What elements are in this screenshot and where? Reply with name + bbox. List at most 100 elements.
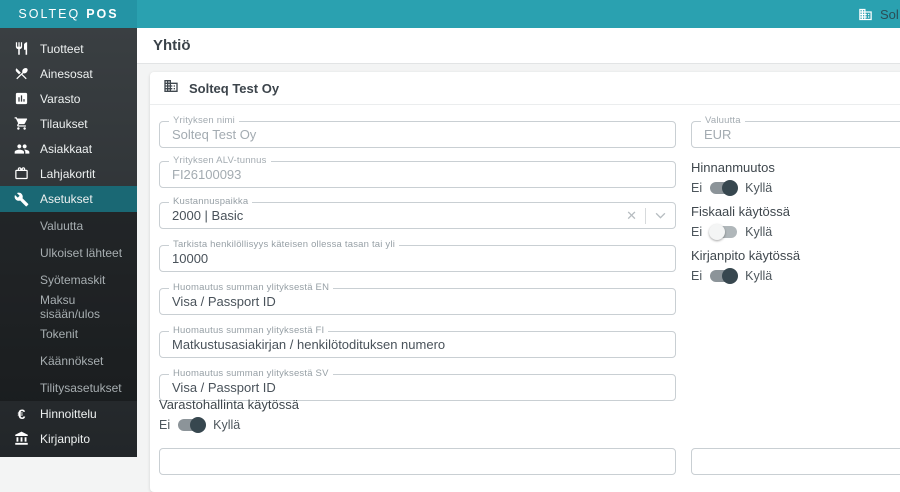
varastohallinta-toggle[interactable] [178, 417, 207, 433]
app-logo: SOLTEQ POS [0, 0, 137, 28]
sidebar-item-lahjakortit[interactable]: Lahjakortit [0, 161, 137, 186]
kirjanpito-toggle[interactable] [710, 268, 739, 284]
utensils-crossed-icon [13, 65, 30, 82]
fiskaali-toggle-group: Fiskaali käytössä Ei Kyllä [691, 204, 790, 240]
company-selector-label: Sol [880, 6, 899, 22]
fiskaali-toggle[interactable] [709, 224, 738, 240]
submenu-item-label: Ulkoiset lähteet [40, 245, 123, 260]
submenu-item-tilitysasetukset[interactable]: Tilitysasetukset [0, 374, 137, 401]
submenu-item-tokenit[interactable]: Tokenit [0, 320, 137, 347]
huomautus-en-field[interactable]: Huomautus summan ylityksestä EN Visa / P… [159, 282, 676, 315]
sidebar-item-label: Tuotteet [40, 41, 84, 56]
submenu-item-valuutta[interactable]: Valuutta [0, 212, 137, 239]
sidebar-item-hinnoittelu[interactable]: € Hinnoittelu [0, 401, 137, 426]
shopping-cart-icon [13, 115, 30, 132]
field-label: Valuutta [701, 115, 745, 126]
field-label: Tarkista henkilöllisyys käteisen ollessa… [169, 239, 400, 250]
toggle-off-text: Ei [691, 225, 703, 239]
page-header: Yhtiö [137, 28, 900, 64]
top-bar: SOLTEQ POS Sol [0, 0, 900, 28]
sidebar-nav: Tuotteet Ainesosat Varasto Tilaukset Asi… [0, 28, 137, 212]
sidebar-item-label: Asiakkaat [40, 141, 93, 156]
chevron-down-icon[interactable] [646, 212, 675, 219]
hinnanmuutos-toggle-group: Hinnanmuutos Ei Kyllä [691, 160, 775, 196]
giftcard-icon [13, 165, 30, 182]
field-label: Yrityksen ALV-tunnus [169, 155, 271, 166]
sidebar-item-kirjanpito[interactable]: Kirjanpito [0, 426, 137, 451]
sidebar-item-label: Varasto [40, 91, 81, 106]
field-label: Huomautus summan ylityksestä FI [169, 325, 329, 336]
building-icon [858, 7, 873, 22]
sidebar-item-tuotteet[interactable]: Tuotteet [0, 36, 137, 61]
submenu-item-kaannokset[interactable]: Käännökset [0, 347, 137, 374]
submenu-item-label: Maksu sisään/ulos [40, 292, 101, 321]
submenu-item-label: Käännökset [40, 353, 104, 368]
kirjanpito-toggle-group: Kirjanpito käytössä Ei Kyllä [691, 248, 801, 284]
sidebar-item-asetukset[interactable]: Asetukset [0, 186, 137, 212]
wrench-icon [13, 191, 30, 208]
company-card: Solteq Test Oy Yrityksen nimi Solteq Tes… [150, 72, 900, 492]
euro-icon: € [17, 405, 26, 422]
company-card-header: Solteq Test Oy [150, 72, 900, 105]
field-label: Huomautus summan ylityksestä SV [169, 368, 333, 379]
sidebar-item-label: Hinnoittelu [40, 406, 97, 421]
sidebar-item-asiakkaat[interactable]: Asiakkaat [0, 136, 137, 161]
sidebar-item-label: Ainesosat [40, 66, 93, 81]
toggle-off-text: Ei [691, 269, 703, 283]
company-name-heading: Solteq Test Oy [189, 80, 280, 96]
toggle-on-text: Kyllä [745, 181, 773, 195]
tarkista-henkilollisyys-field[interactable]: Tarkista henkilöllisyys käteisen ollessa… [159, 239, 676, 272]
valuutta-field: Valuutta EUR [691, 115, 900, 148]
autocomplete-controls: ✕ [618, 203, 675, 228]
field-label: Kustannuspaikka [169, 196, 253, 207]
sidebar: Tuotteet Ainesosat Varasto Tilaukset Asi… [0, 28, 137, 457]
sidebar-item-tilaukset[interactable]: Tilaukset [0, 111, 137, 136]
field-label: Huomautus summan ylityksestä EN [169, 282, 334, 293]
sidebar-item-varasto[interactable]: Varasto [0, 86, 137, 111]
toggle-label: Fiskaali käytössä [691, 204, 790, 219]
toggle-knob [722, 180, 739, 196]
hinnanmuutos-toggle[interactable] [710, 180, 739, 196]
sidebar-item-label: Asetukset [40, 192, 93, 206]
sidebar-item-ainesosat[interactable]: Ainesosat [0, 61, 137, 86]
toggle-on-text: Kyllä [213, 418, 241, 432]
huomautus-fi-field[interactable]: Huomautus summan ylityksestä FI Matkustu… [159, 325, 676, 358]
toggle-knob [722, 268, 739, 284]
page-title: Yhtiö [153, 37, 191, 54]
sidebar-item-label: Tilaukset [40, 116, 88, 131]
submenu-item-ulkoiset-lahteet[interactable]: Ulkoiset lähteet [0, 239, 137, 266]
sidebar-item-label: Kirjanpito [40, 431, 91, 446]
alv-tunnus-field: Yrityksen ALV-tunnus FI26100093 [159, 155, 676, 188]
submenu-item-label: Tokenit [40, 326, 79, 341]
toggle-knob [709, 224, 726, 240]
toggle-off-text: Ei [691, 181, 703, 195]
logo-text-primary: SOLTEQ [18, 7, 81, 21]
submenu-item-label: Tilitysasetukset [40, 380, 122, 395]
sidebar-item-label: Lahjakortit [40, 166, 96, 181]
clear-icon[interactable]: ✕ [618, 208, 645, 224]
building-icon [163, 78, 189, 99]
submenu-item-maksu-sisaan-ulos[interactable]: Maksu sisään/ulos [0, 292, 137, 321]
kustannuspaikka-autocomplete[interactable]: Kustannuspaikka 2000 | Basic ✕ [159, 196, 676, 229]
bar-chart-icon [13, 90, 30, 107]
toggle-off-text: Ei [159, 418, 171, 432]
bank-icon [13, 430, 30, 447]
settings-submenu: Valuutta Ulkoiset lähteet Syötemaskit Ma… [0, 212, 137, 401]
bottom-left-empty-field[interactable] [159, 448, 676, 475]
toggle-label: Hinnanmuutos [691, 160, 775, 175]
bottom-right-empty-field[interactable] [691, 448, 900, 475]
restaurant-icon [13, 40, 30, 57]
toggle-on-text: Kyllä [745, 269, 773, 283]
people-icon [13, 140, 30, 157]
submenu-item-label: Syötemaskit [40, 272, 106, 287]
company-selector-button[interactable]: Sol [858, 0, 899, 28]
varastohallinta-toggle-group: Varastohallinta käytössä Ei Kyllä [159, 397, 299, 433]
toggle-on-text: Kyllä [745, 225, 773, 239]
field-label: Yrityksen nimi [169, 115, 239, 126]
toggle-label: Varastohallinta käytössä [159, 397, 299, 412]
toggle-label: Kirjanpito käytössä [691, 248, 801, 263]
submenu-item-label: Valuutta [40, 218, 84, 233]
submenu-item-syotemaskit[interactable]: Syötemaskit [0, 266, 137, 293]
toggle-knob [190, 417, 207, 433]
logo-text-secondary: POS [86, 7, 119, 21]
